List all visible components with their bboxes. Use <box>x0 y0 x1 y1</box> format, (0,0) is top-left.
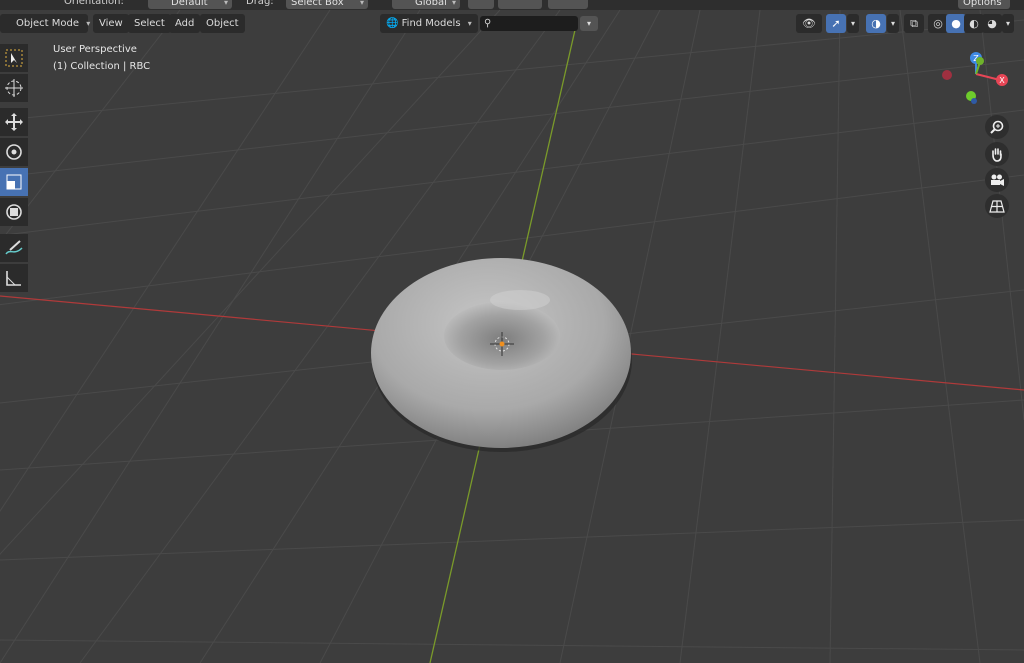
drag-dropdown[interactable]: Select Box ▾ <box>286 0 368 9</box>
gizmo-x-label: X <box>999 76 1005 85</box>
zoom-button[interactable] <box>985 115 1009 139</box>
hand-icon <box>992 148 1002 162</box>
material-sphere-icon: ◐ <box>969 17 979 30</box>
navigation-gizmo[interactable]: Z X <box>938 50 1014 106</box>
transform-orientation-dropdown[interactable]: Global ▾ <box>392 0 460 9</box>
search-expand-button[interactable]: ▾ <box>580 16 598 31</box>
chevron-down-icon: ▾ <box>451 0 456 7</box>
transform-orientation-value: Global <box>415 0 447 8</box>
overlays-dropdown[interactable]: ▾ <box>887 14 899 33</box>
ortho-toggle-button[interactable] <box>985 194 1009 218</box>
menu-add[interactable]: Add <box>169 14 201 33</box>
tool-annotate[interactable] <box>0 234 28 262</box>
shading-dropdown[interactable]: ▾ <box>1002 14 1014 33</box>
tool-transform[interactable] <box>0 198 28 226</box>
tool-measure[interactable] <box>0 264 28 292</box>
drag-label: Drag: <box>246 0 274 7</box>
options-dropdown[interactable]: Options <box>958 0 1010 9</box>
material-shading-button[interactable]: ◐ <box>964 14 984 33</box>
solid-sphere-icon: ● <box>951 17 961 30</box>
gizmo-neg-x-axis[interactable] <box>942 70 952 80</box>
chevron-down-icon: ▾ <box>86 19 91 28</box>
xray-icon: ⧉ <box>910 17 918 30</box>
pan-button[interactable] <box>985 142 1009 166</box>
measure-icon <box>6 271 21 286</box>
rendered-sphere-icon: ◕ <box>987 17 997 30</box>
globe-icon: 🌐 <box>386 18 399 29</box>
view-perspective-label: User Perspective <box>53 44 137 55</box>
collection-label: (1) Collection | RBC <box>53 61 151 72</box>
find-models-dropdown[interactable]: 🌐 Find Models ▾ <box>380 14 478 33</box>
gizmo-y-axis[interactable] <box>976 57 984 65</box>
chevron-down-icon: ▾ <box>467 19 472 28</box>
find-models-label: Find Models <box>401 18 461 29</box>
gizmo-neg-z-axis[interactable] <box>971 98 977 104</box>
xray-toggle-button[interactable]: ⧉ <box>904 14 924 33</box>
chevron-down-icon: ▾ <box>223 0 228 7</box>
wireframe-sphere-icon: ◎ <box>933 17 943 30</box>
overlays-toggle-button[interactable]: ◑ <box>866 14 886 33</box>
mode-dropdown[interactable]: Object Mode ▾ <box>0 14 91 33</box>
menu-select[interactable]: Select <box>128 14 171 33</box>
select-box-icon <box>5 49 23 67</box>
orientation-value: Default <box>171 0 208 8</box>
camera-view-button[interactable] <box>985 168 1009 192</box>
overlays-icon: ◑ <box>871 17 881 30</box>
tool-settings-bar: Orientation: Default ▾ Drag: Select Box … <box>0 0 1024 10</box>
drag-value: Select Box <box>291 0 344 8</box>
gizmo-toggle-button[interactable]: ➚ <box>826 14 846 33</box>
wireframe-shading-button[interactable]: ◎ <box>928 14 948 33</box>
rendered-shading-button[interactable]: ◕ <box>982 14 1002 33</box>
grid-perspective-icon <box>989 200 1005 213</box>
orientation-dropdown[interactable]: Default ▾ <box>148 0 232 9</box>
annotate-icon <box>5 240 23 255</box>
orientation-label: Orientation: <box>64 0 124 7</box>
mode-label: Object Mode <box>16 18 79 29</box>
gizmo-dropdown[interactable]: ▾ <box>847 14 859 33</box>
chevron-down-icon: ▾ <box>359 0 364 7</box>
gizmo-icon: ➚ <box>831 17 841 30</box>
pivot-dropdown[interactable] <box>468 0 494 9</box>
rotate-icon <box>6 144 22 160</box>
search-input[interactable]: ⚲ <box>480 16 578 31</box>
tool-cursor[interactable] <box>0 74 28 102</box>
scale-icon <box>6 174 22 190</box>
tool-move[interactable] <box>0 108 28 136</box>
solid-shading-button[interactable]: ● <box>946 14 966 33</box>
viewport-header: Object Mode ▾ View Select Add Object 🌐 F… <box>0 14 1024 34</box>
menu-object[interactable]: Object <box>200 14 245 33</box>
snap-dropdown[interactable] <box>498 0 542 9</box>
camera-icon <box>991 174 1004 186</box>
search-icon: ⚲ <box>484 18 492 29</box>
3d-viewport[interactable] <box>0 0 1024 663</box>
menu-view[interactable]: View <box>93 14 129 33</box>
transform-icon <box>6 204 22 220</box>
move-icon <box>5 113 23 131</box>
zoom-icon <box>990 120 1004 134</box>
eye-icon: 👁 <box>802 17 816 30</box>
tool-select-box[interactable] <box>0 44 28 72</box>
options-label: Options <box>963 0 1002 8</box>
tool-scale[interactable] <box>0 168 28 196</box>
cursor-icon <box>5 79 23 97</box>
visibility-dropdown[interactable]: 👁 <box>796 14 822 33</box>
tool-rotate[interactable] <box>0 138 28 166</box>
proportional-edit-dropdown[interactable] <box>548 0 588 9</box>
